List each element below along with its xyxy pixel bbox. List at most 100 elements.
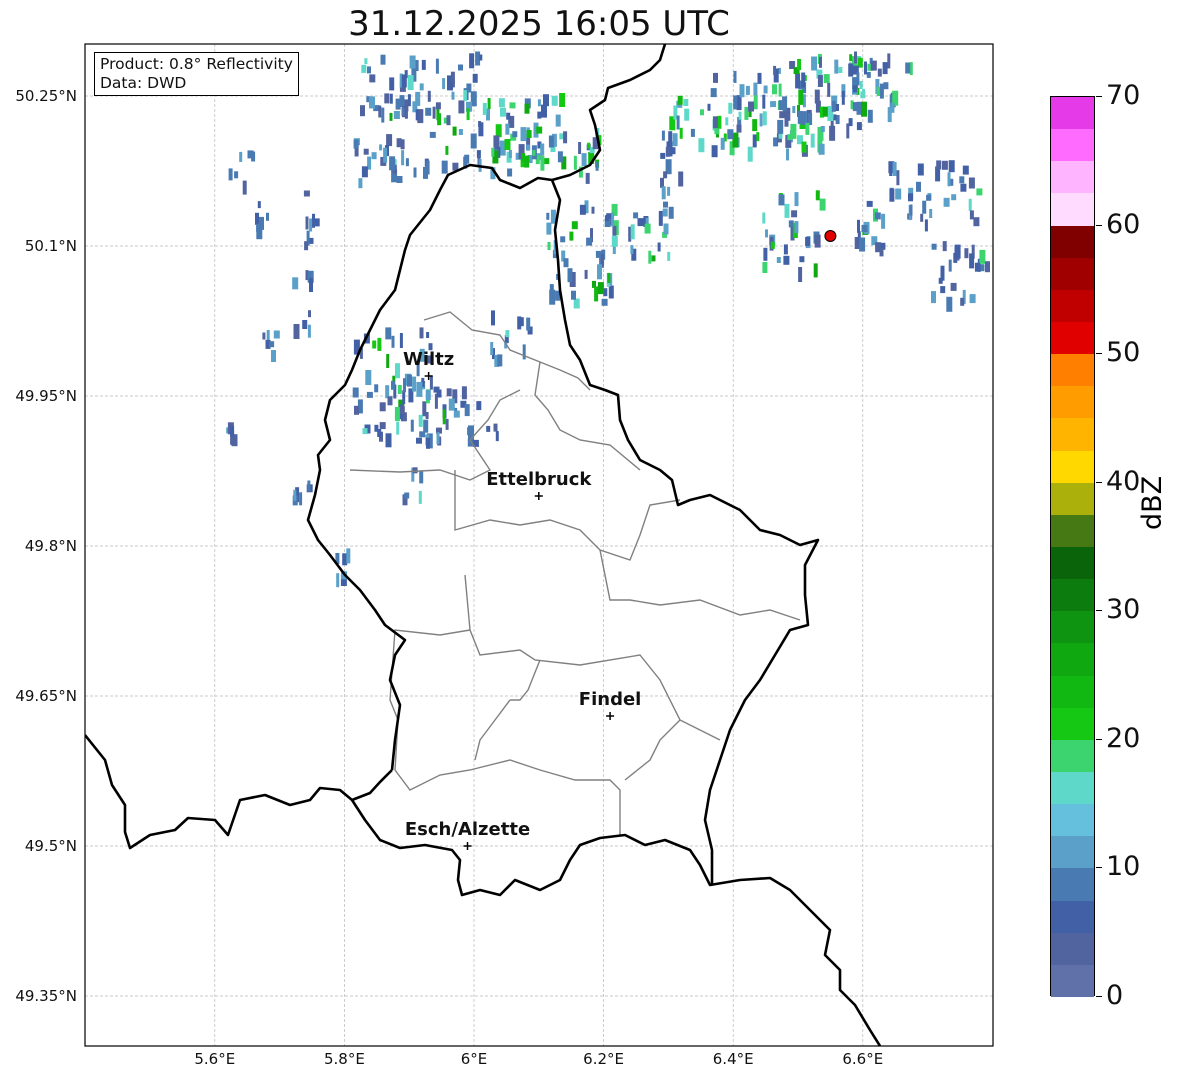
radar-echo: [401, 107, 405, 116]
radar-echo: [954, 244, 961, 259]
radar-echo: [831, 100, 836, 112]
colorbar-segment: [1051, 482, 1094, 515]
radar-echo: [399, 333, 403, 348]
radar-echo: [369, 74, 376, 83]
radar-echo: [559, 93, 566, 107]
radar-echo: [862, 88, 865, 96]
radar-echo: [679, 127, 683, 139]
radar-echo: [389, 93, 393, 104]
radar-echo: [752, 119, 758, 132]
radar-echo: [239, 151, 243, 162]
radar-echo: [293, 489, 297, 501]
radar-echo: [744, 106, 749, 120]
radar-echo: [371, 152, 377, 160]
colorbar-segment: [1051, 257, 1094, 290]
x-tick-label: 6.2°E: [583, 1050, 625, 1068]
radar-echo: [395, 98, 401, 110]
radar-echo: [230, 425, 235, 437]
radar-echo: [578, 142, 582, 154]
radar-echo: [630, 245, 634, 255]
radar-echo: [415, 109, 419, 121]
radar-echo: [403, 378, 406, 393]
radar-echo: [458, 129, 463, 135]
colorbar-segment: [1051, 354, 1094, 387]
radar-echo: [524, 103, 530, 114]
radar-echo: [377, 429, 382, 437]
radar-echo: [293, 324, 300, 339]
radar-echo: [352, 387, 359, 398]
radar-echo: [573, 155, 577, 170]
radar-echo: [783, 255, 790, 265]
city-label: Esch/Alzette: [404, 819, 531, 840]
radar-echo: [358, 178, 363, 189]
radar-echo: [393, 111, 400, 119]
colorbar-tick-label: 40: [1106, 465, 1141, 497]
radar-echo: [383, 147, 388, 163]
radar-echo: [409, 55, 416, 69]
radar-echo: [941, 160, 948, 170]
radar-echo: [849, 54, 853, 62]
radar-echo: [779, 111, 786, 119]
radar-echo: [379, 402, 386, 412]
radar-map[interactable]: [0, 0, 1184, 1081]
radar-echo: [667, 186, 671, 196]
radar-echo: [962, 165, 969, 175]
radar-echo: [486, 425, 491, 432]
radar-echo: [612, 225, 617, 236]
radar-echo: [419, 83, 424, 91]
radar-echo: [594, 286, 599, 302]
radar-echo: [908, 193, 913, 202]
radar-echo: [305, 216, 309, 230]
radar-echo: [684, 108, 690, 121]
radar-echo: [571, 221, 578, 230]
radar-echo: [374, 384, 379, 393]
radar-echo: [707, 103, 711, 111]
radar-echo: [936, 160, 942, 170]
radar-echo: [752, 134, 757, 148]
radar-echo: [418, 490, 422, 504]
radar-echo: [859, 237, 866, 252]
radar-echo: [410, 419, 414, 432]
colorbar-tick-label: 10: [1106, 851, 1141, 883]
radar-echo: [426, 437, 430, 449]
radar-echo: [423, 166, 428, 179]
radar-echo: [472, 73, 478, 83]
radar-echo: [747, 146, 753, 162]
radar-echo: [421, 59, 426, 70]
radar-echo: [762, 262, 768, 273]
radar-echo: [711, 145, 718, 158]
radar-echo: [453, 410, 460, 418]
colorbar-tick-label: 30: [1106, 594, 1141, 626]
radar-echo: [436, 432, 440, 445]
radar-echo: [401, 150, 405, 166]
radar-echo: [940, 286, 946, 294]
radar-echo: [866, 200, 873, 207]
radar-echo: [573, 298, 580, 309]
radar-echo: [778, 194, 785, 206]
colorbar-segment: [1051, 739, 1094, 772]
radar-echo: [418, 414, 423, 427]
radar-echo: [292, 277, 299, 290]
radar-echo: [521, 153, 526, 162]
radar-echo: [633, 212, 639, 219]
radar-echo: [407, 75, 414, 90]
radar-echo: [672, 133, 678, 147]
radar-echo: [415, 91, 421, 106]
radar-echo: [386, 354, 390, 368]
radar-echo: [381, 107, 385, 123]
radar-echo: [309, 278, 313, 292]
radar-site-marker[interactable]: [824, 230, 837, 242]
radar-echo: [466, 108, 470, 121]
radar-echo: [595, 161, 599, 171]
colorbar-tick: [1096, 996, 1102, 997]
colorbar-segment: [1051, 579, 1094, 612]
radar-echo: [887, 107, 892, 123]
radar-echo: [852, 102, 857, 112]
colorbar-tick-label: 50: [1106, 337, 1141, 369]
radar-echo: [810, 133, 815, 148]
colorbar-segment: [1051, 707, 1094, 740]
colorbar-segment: [1051, 225, 1094, 258]
radar-echo: [404, 492, 410, 499]
radar-echo: [853, 85, 858, 93]
radar-echo: [452, 126, 457, 136]
